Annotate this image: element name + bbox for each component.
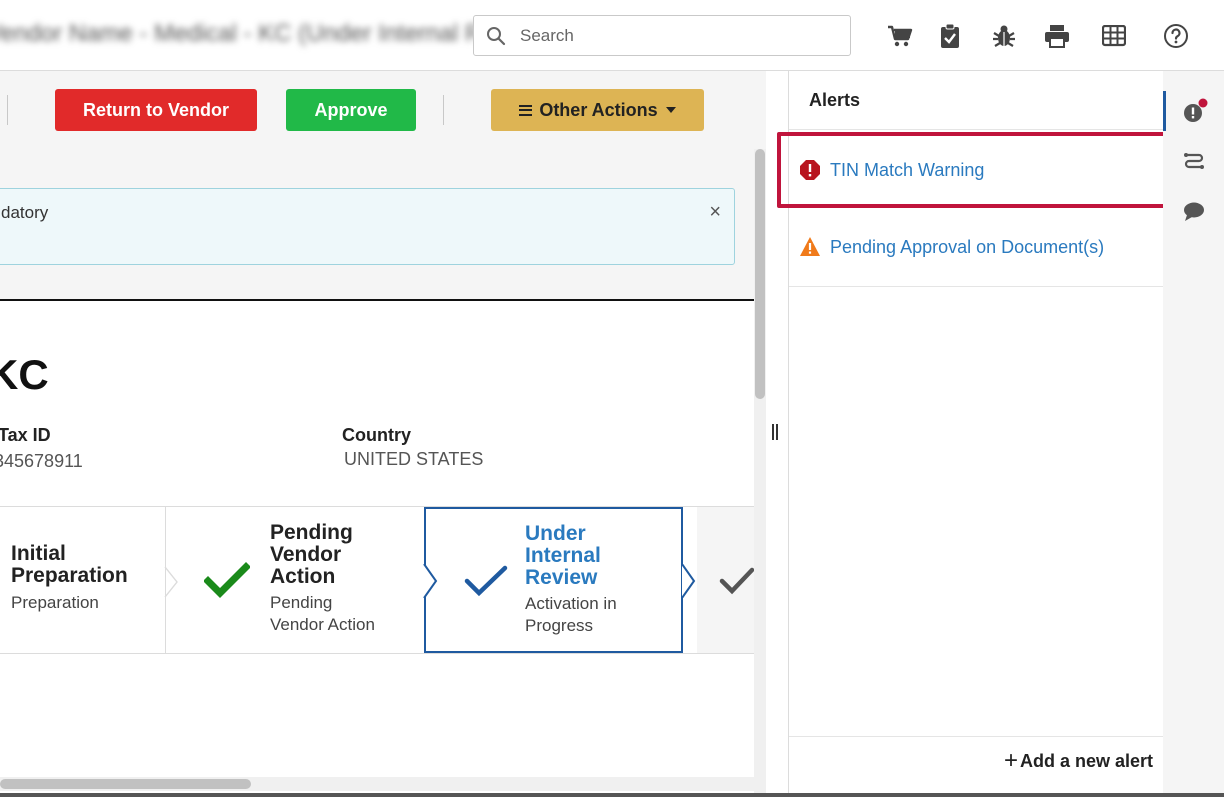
panel-resize-handle[interactable] (770, 424, 780, 442)
other-actions-label: Other Actions (539, 99, 658, 120)
check-icon (464, 565, 508, 597)
vendor-name: KC (0, 351, 49, 398)
country-label: Country (342, 425, 411, 445)
rail-alerts-button[interactable] (1163, 91, 1224, 131)
cart-icon[interactable] (886, 22, 914, 50)
alert-label: Pending Approval on Document(s) (830, 236, 1105, 257)
step-subtitle: Progress (525, 616, 594, 635)
plus-icon: + (1003, 747, 1018, 774)
tax-id-value: 345678911 (0, 451, 83, 471)
chevron-right-icon (681, 564, 696, 598)
page-title: Vendor Name - Medical - KC (Under Intern… (0, 20, 552, 47)
top-header: Vendor Name - Medical - KC (Under Intern… (0, 0, 1224, 71)
vendor-details: KC Tax ID 345678911 Country UNITED STATE… (0, 299, 755, 797)
scrollbar-thumb[interactable] (755, 149, 765, 399)
country-value: UNITED STATES (344, 449, 484, 469)
toolbar-divider (443, 95, 444, 125)
step-title-line: Internal (525, 544, 601, 567)
tax-id-label: Tax ID (0, 425, 51, 445)
route-icon (1183, 153, 1204, 169)
warning-triangle-icon (800, 237, 820, 256)
print-icon[interactable] (1043, 22, 1071, 50)
banner-message: datory (1, 203, 49, 222)
step-subtitle: Pending (270, 593, 333, 612)
step-subtitle: Preparation (11, 593, 99, 612)
step-title-line: Under (525, 522, 586, 545)
bottom-border (0, 793, 1224, 797)
close-icon[interactable]: × (709, 201, 721, 224)
footer-divider (789, 736, 1164, 737)
step-pending-vendor-action[interactable]: Pending Vendor Action Pending Vendor Act… (166, 507, 424, 653)
horizontal-scrollbar[interactable] (0, 777, 754, 791)
alert-tin-match-warning[interactable]: TIN Match Warning (799, 159, 984, 181)
check-icon (719, 567, 755, 595)
chevron-right-icon (423, 564, 438, 598)
return-to-vendor-label: Return to Vendor (82, 99, 229, 120)
step-title-line: Pending (270, 521, 353, 544)
alert-list: TIN Match Warning Pending Approval on Do… (777, 129, 1167, 287)
step-title-line: Vendor (270, 543, 342, 566)
add-alert-button[interactable]: + Add a new alert (1004, 747, 1153, 775)
step-subtitle: Vendor Action (270, 615, 375, 634)
approve-button[interactable]: Approve (286, 89, 416, 131)
rail-workflow-button[interactable] (1163, 142, 1224, 182)
step-next-partial[interactable] (697, 507, 755, 653)
add-alert-label: Add a new alert (1019, 750, 1153, 771)
help-icon[interactable] (1162, 22, 1190, 50)
vertical-scrollbar[interactable] (754, 149, 766, 797)
clipboard-check-icon[interactable] (936, 22, 964, 50)
return-to-vendor-button[interactable]: Return to Vendor (55, 89, 257, 131)
check-icon (204, 562, 250, 598)
alerts-panel: Alerts TIN Match Warning Pending Approva… (777, 71, 1167, 793)
step-title-line: Initial (11, 542, 66, 565)
error-octagon-icon (800, 160, 820, 180)
search-input[interactable] (520, 22, 840, 50)
chevron-down-icon (665, 107, 676, 113)
info-banner: datory × (0, 188, 735, 265)
bug-icon[interactable] (990, 22, 1018, 50)
search-box[interactable] (473, 15, 851, 56)
menu-icon (519, 104, 533, 116)
other-actions-button[interactable]: Other Actions (491, 89, 704, 131)
step-initial-preparation[interactable]: Initial Preparation Preparation (0, 507, 166, 653)
step-title-line: Action (270, 565, 336, 588)
grid-icon[interactable] (1100, 22, 1128, 50)
toolbar-divider (7, 95, 8, 125)
step-title-line: Preparation (11, 564, 128, 587)
approve-label: Approve (314, 99, 388, 120)
comment-icon (1183, 202, 1204, 221)
step-title-line: Review (525, 566, 598, 589)
action-bar: Return to Vendor Approve Other Actions (0, 71, 766, 151)
main-panel: Return to Vendor Approve Other Actions d… (0, 71, 766, 797)
alert-pending-approval[interactable]: Pending Approval on Document(s) (799, 236, 1104, 258)
alerts-title: Alerts (809, 90, 861, 110)
search-icon (487, 27, 506, 46)
rail-comments-button[interactable] (1163, 191, 1224, 231)
step-under-internal-review[interactable]: Under Internal Review Activation in Prog… (424, 507, 683, 653)
side-rail (1163, 71, 1224, 793)
step-subtitle: Activation in (525, 594, 617, 613)
alert-circle-icon (1184, 98, 1208, 122)
scrollbar-thumb[interactable] (0, 779, 251, 789)
alert-label: TIN Match Warning (830, 159, 985, 180)
workflow-stepper: Initial Preparation Preparation Pending … (0, 506, 755, 654)
